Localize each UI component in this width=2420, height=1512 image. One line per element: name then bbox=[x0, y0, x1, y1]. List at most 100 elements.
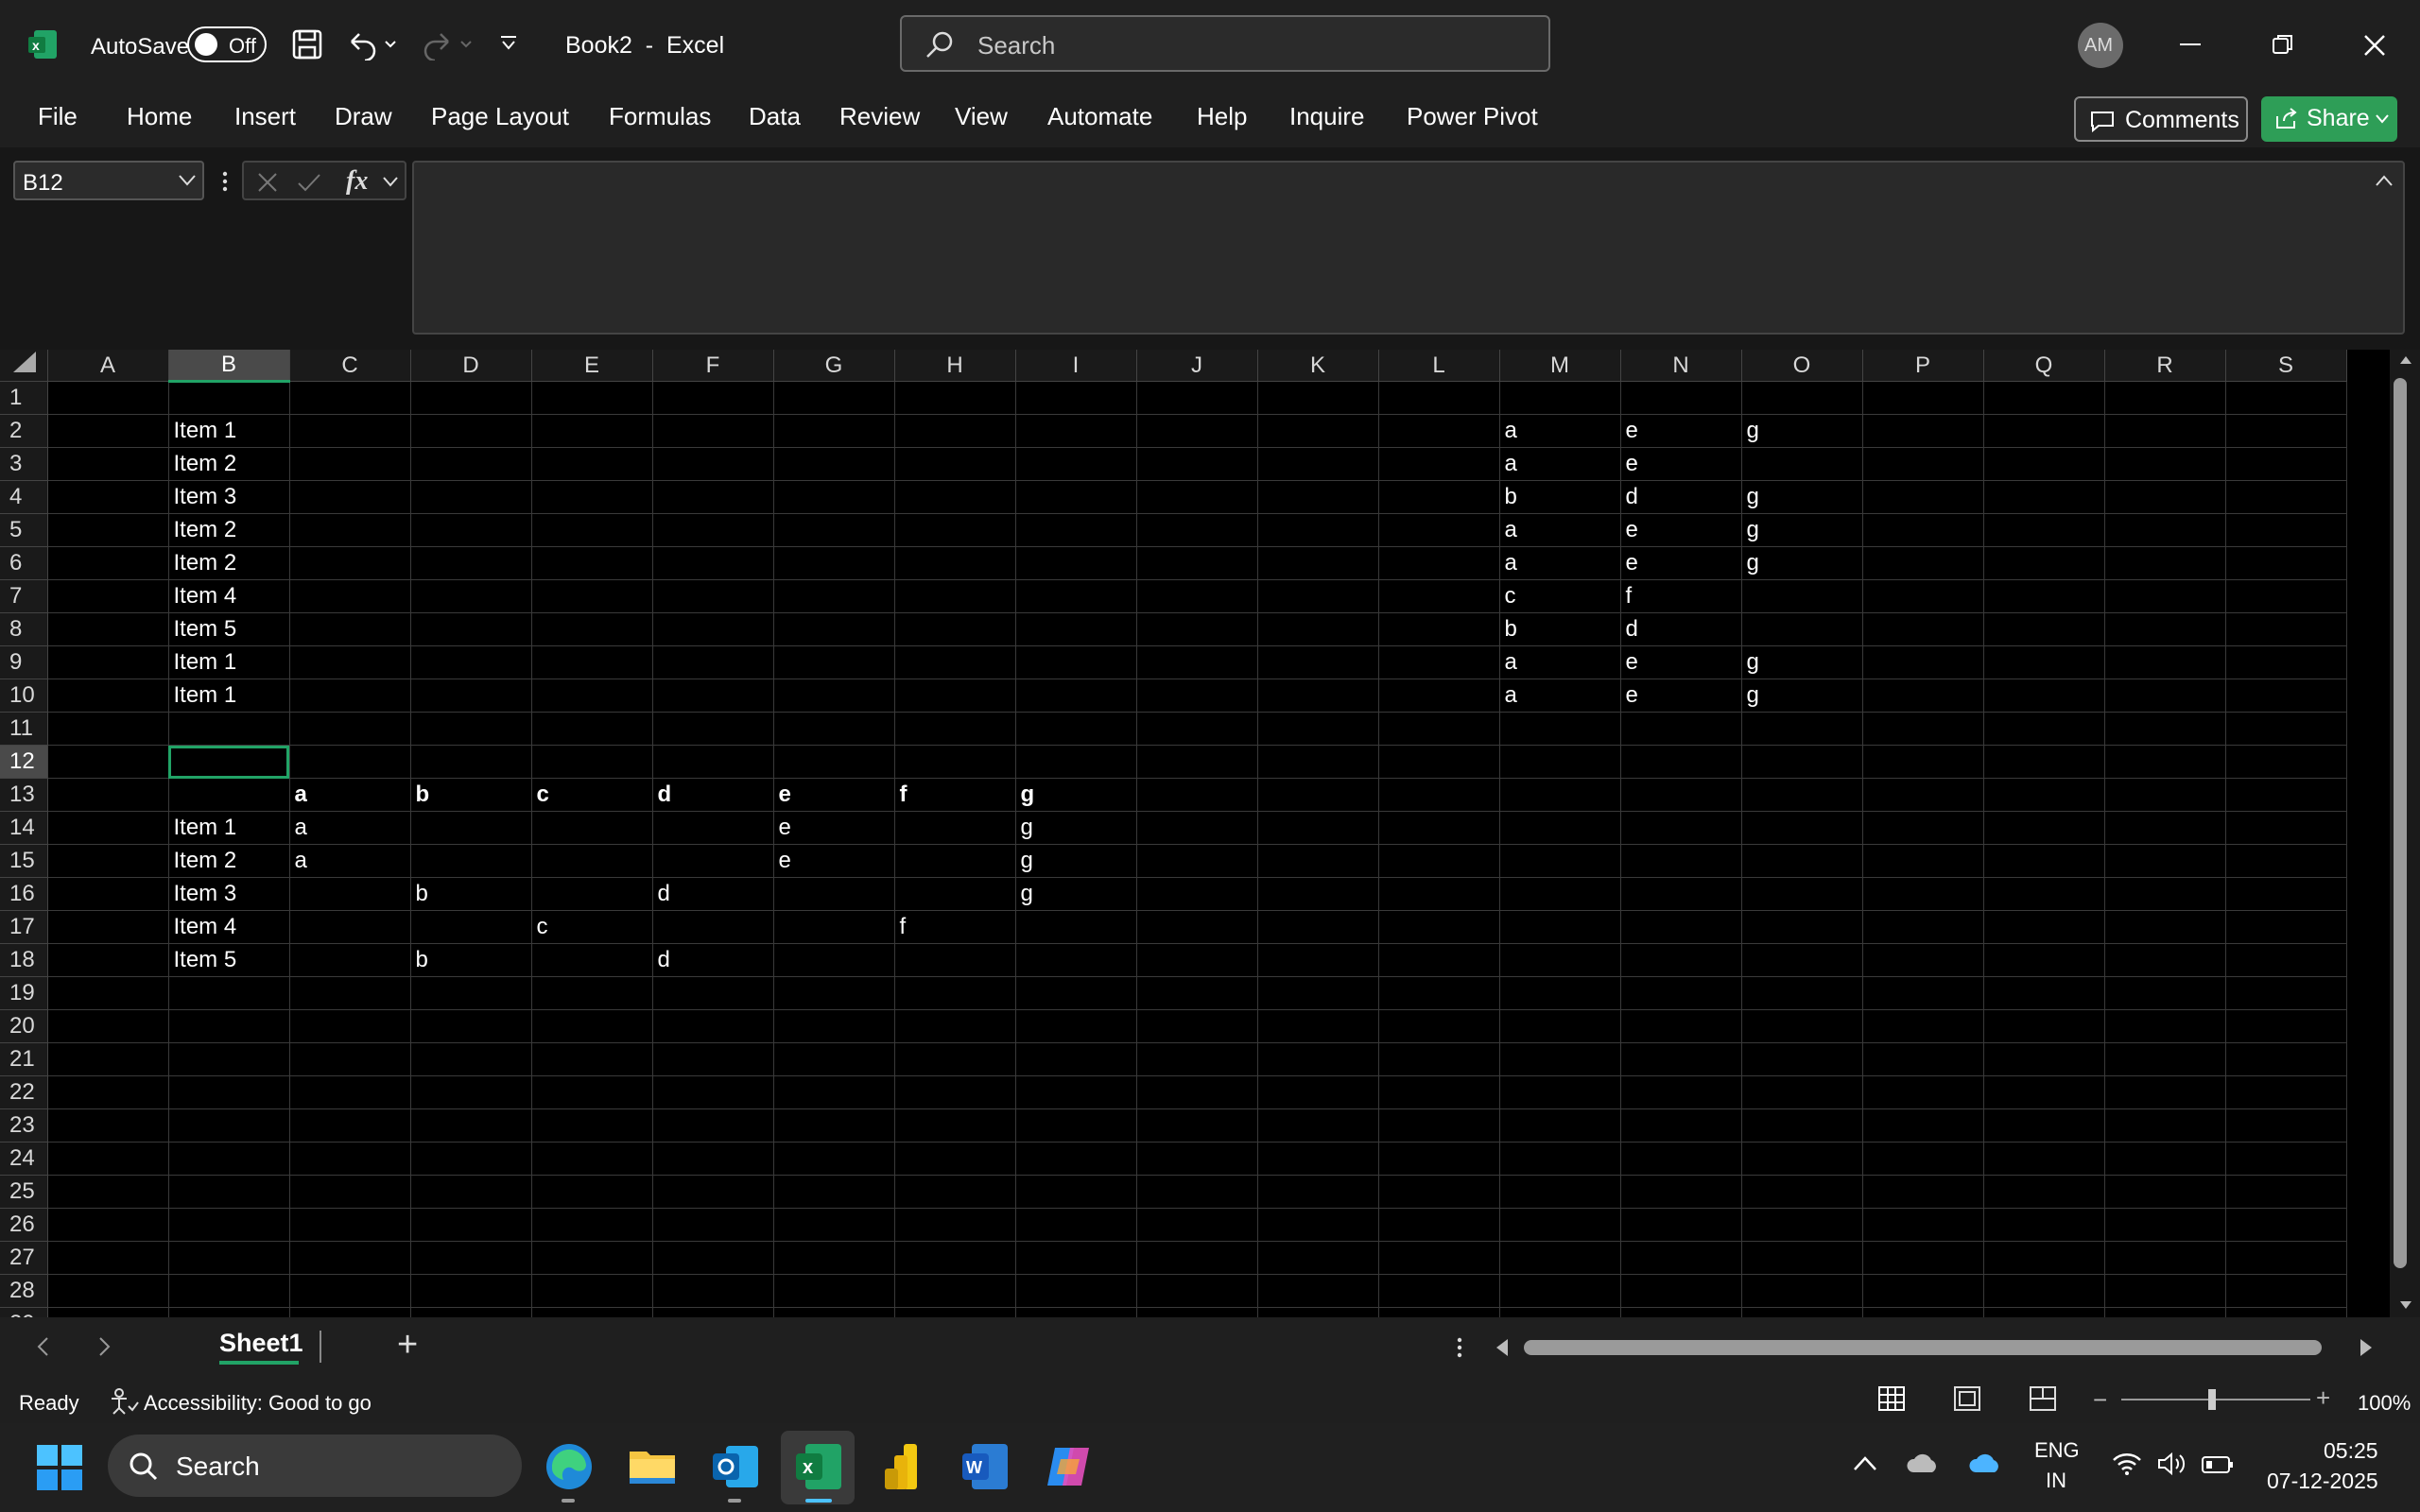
cell-s16[interactable] bbox=[2225, 877, 2347, 911]
cell-d4[interactable] bbox=[410, 480, 532, 514]
cell-b8[interactable]: Item 5 bbox=[168, 612, 290, 646]
scroll-right-icon[interactable] bbox=[2360, 1338, 2373, 1362]
cell-l6[interactable] bbox=[1378, 546, 1500, 580]
cell-n29[interactable] bbox=[1620, 1307, 1742, 1317]
cell-e16[interactable] bbox=[531, 877, 653, 911]
cell-i6[interactable] bbox=[1015, 546, 1137, 580]
cell-d15[interactable] bbox=[410, 844, 532, 878]
menu-help[interactable]: Help bbox=[1197, 102, 1247, 131]
cell-p24[interactable] bbox=[1862, 1142, 1984, 1176]
cell-k13[interactable] bbox=[1257, 778, 1379, 812]
cell-d3[interactable] bbox=[410, 447, 532, 481]
cell-s21[interactable] bbox=[2225, 1042, 2347, 1076]
cell-a24[interactable] bbox=[47, 1142, 169, 1176]
cell-i25[interactable] bbox=[1015, 1175, 1137, 1209]
cell-g24[interactable] bbox=[773, 1142, 895, 1176]
cell-m20[interactable] bbox=[1499, 1009, 1621, 1043]
cell-k12[interactable] bbox=[1257, 745, 1379, 779]
prev-sheet-icon[interactable] bbox=[36, 1336, 49, 1362]
cell-f4[interactable] bbox=[652, 480, 774, 514]
cell-o19[interactable] bbox=[1741, 976, 1863, 1010]
cell-a16[interactable] bbox=[47, 877, 169, 911]
cell-m24[interactable] bbox=[1499, 1142, 1621, 1176]
cell-s12[interactable] bbox=[2225, 745, 2347, 779]
cell-e23[interactable] bbox=[531, 1108, 653, 1143]
column-header-i[interactable]: I bbox=[1015, 350, 1137, 382]
cell-m6[interactable]: a bbox=[1499, 546, 1621, 580]
cell-q16[interactable] bbox=[1983, 877, 2105, 911]
cell-h21[interactable] bbox=[894, 1042, 1016, 1076]
row-header[interactable]: 26 bbox=[0, 1208, 48, 1242]
column-header-h[interactable]: H bbox=[894, 350, 1016, 382]
more-options-icon[interactable] bbox=[1456, 1336, 1463, 1364]
cell-m8[interactable]: b bbox=[1499, 612, 1621, 646]
cell-g2[interactable] bbox=[773, 414, 895, 448]
cell-o28[interactable] bbox=[1741, 1274, 1863, 1308]
cell-j6[interactable] bbox=[1136, 546, 1258, 580]
cell-p15[interactable] bbox=[1862, 844, 1984, 878]
cell-f3[interactable] bbox=[652, 447, 774, 481]
cell-s10[interactable] bbox=[2225, 679, 2347, 713]
cell-b25[interactable] bbox=[168, 1175, 290, 1209]
cell-e29[interactable] bbox=[531, 1307, 653, 1317]
cell-n11[interactable] bbox=[1620, 712, 1742, 746]
cell-j17[interactable] bbox=[1136, 910, 1258, 944]
chevron-down-icon[interactable] bbox=[382, 176, 399, 187]
column-header-p[interactable]: P bbox=[1862, 350, 1984, 382]
cell-i29[interactable] bbox=[1015, 1307, 1137, 1317]
cell-l20[interactable] bbox=[1378, 1009, 1500, 1043]
cell-s4[interactable] bbox=[2225, 480, 2347, 514]
cell-k4[interactable] bbox=[1257, 480, 1379, 514]
cell-j7[interactable] bbox=[1136, 579, 1258, 613]
cell-i3[interactable] bbox=[1015, 447, 1137, 481]
cell-s25[interactable] bbox=[2225, 1175, 2347, 1209]
cell-m5[interactable]: a bbox=[1499, 513, 1621, 547]
cell-p14[interactable] bbox=[1862, 811, 1984, 845]
cell-c13[interactable]: a bbox=[289, 778, 411, 812]
cell-d23[interactable] bbox=[410, 1108, 532, 1143]
cell-a26[interactable] bbox=[47, 1208, 169, 1242]
cell-k15[interactable] bbox=[1257, 844, 1379, 878]
column-header-g[interactable]: G bbox=[773, 350, 895, 382]
cell-g14[interactable]: e bbox=[773, 811, 895, 845]
column-header-o[interactable]: O bbox=[1741, 350, 1863, 382]
cell-k2[interactable] bbox=[1257, 414, 1379, 448]
menu-file[interactable]: File bbox=[38, 102, 78, 131]
autosave-toggle[interactable]: Off bbox=[187, 26, 267, 62]
cell-a22[interactable] bbox=[47, 1075, 169, 1109]
cell-k28[interactable] bbox=[1257, 1274, 1379, 1308]
cell-g4[interactable] bbox=[773, 480, 895, 514]
cell-a25[interactable] bbox=[47, 1175, 169, 1209]
cell-m26[interactable] bbox=[1499, 1208, 1621, 1242]
cell-s2[interactable] bbox=[2225, 414, 2347, 448]
row-header[interactable]: 23 bbox=[0, 1108, 48, 1143]
cell-f17[interactable] bbox=[652, 910, 774, 944]
column-header-a[interactable]: A bbox=[47, 350, 169, 382]
cell-g16[interactable] bbox=[773, 877, 895, 911]
cell-l12[interactable] bbox=[1378, 745, 1500, 779]
cell-i20[interactable] bbox=[1015, 1009, 1137, 1043]
enter-icon[interactable] bbox=[297, 172, 321, 193]
row-header[interactable]: 12 bbox=[0, 745, 48, 779]
cell-g25[interactable] bbox=[773, 1175, 895, 1209]
cancel-icon[interactable] bbox=[257, 172, 278, 193]
cell-n3[interactable]: e bbox=[1620, 447, 1742, 481]
onedrive-icon[interactable] bbox=[1968, 1450, 2002, 1481]
cell-o2[interactable]: g bbox=[1741, 414, 1863, 448]
cell-a14[interactable] bbox=[47, 811, 169, 845]
cell-o10[interactable]: g bbox=[1741, 679, 1863, 713]
cell-g6[interactable] bbox=[773, 546, 895, 580]
cell-q28[interactable] bbox=[1983, 1274, 2105, 1308]
cell-p16[interactable] bbox=[1862, 877, 1984, 911]
cell-o12[interactable] bbox=[1741, 745, 1863, 779]
cell-c21[interactable] bbox=[289, 1042, 411, 1076]
cell-e27[interactable] bbox=[531, 1241, 653, 1275]
zoom-in-button[interactable]: + bbox=[2316, 1383, 2330, 1413]
cell-k11[interactable] bbox=[1257, 712, 1379, 746]
cell-q15[interactable] bbox=[1983, 844, 2105, 878]
row-header[interactable]: 13 bbox=[0, 778, 48, 812]
cell-q8[interactable] bbox=[1983, 612, 2105, 646]
cell-g28[interactable] bbox=[773, 1274, 895, 1308]
cell-l23[interactable] bbox=[1378, 1108, 1500, 1143]
cell-n13[interactable] bbox=[1620, 778, 1742, 812]
